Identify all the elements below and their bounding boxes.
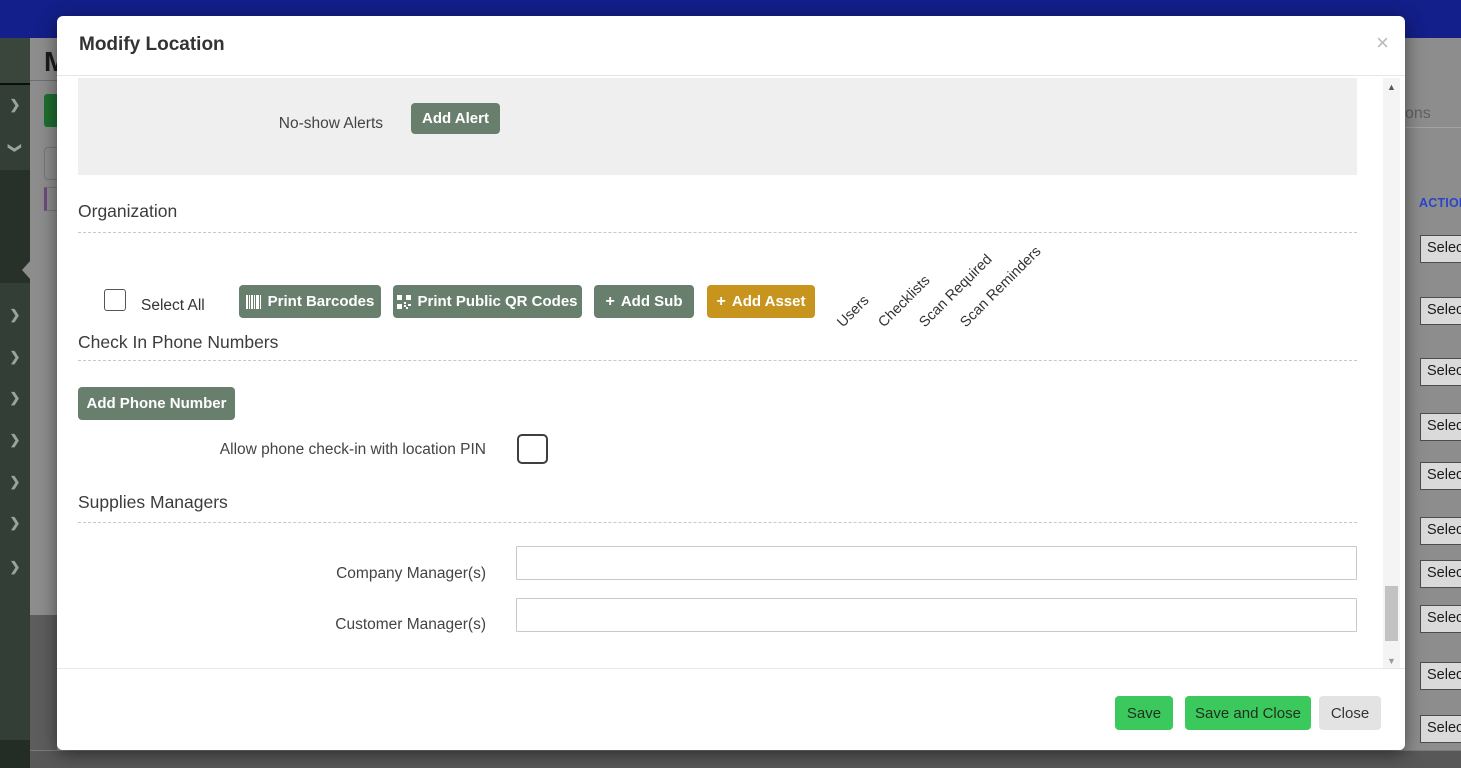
tab-divider: [1405, 127, 1461, 128]
modal-footer: Save Save and Close Close: [57, 668, 1405, 750]
check-in-phone-heading: Check In Phone Numbers: [78, 332, 278, 353]
actions-column-header: ACTIONS: [1419, 196, 1461, 210]
sidebar-footer-block: [0, 740, 30, 768]
select-dropdown[interactable]: Select: [1420, 235, 1461, 263]
phone-pin-checkbox[interactable]: [517, 434, 548, 464]
tab-label-fragment[interactable]: ons: [1405, 105, 1431, 123]
sidebar-header-block: [0, 38, 30, 85]
organization-heading: Organization: [78, 201, 177, 222]
customer-managers-label: Customer Manager(s): [78, 616, 486, 634]
page-header-divider: [30, 80, 57, 81]
select-dropdown[interactable]: Select: [1420, 462, 1461, 490]
sidebar: ❯ ❯ ❯ ❯ ❯ ❯ ❯ ❯ ❯: [0, 38, 30, 768]
barcode-icon: [246, 295, 262, 309]
chevron-right-icon[interactable]: ❯: [7, 349, 23, 365]
select-all-checkbox[interactable]: [104, 289, 126, 311]
scroll-up-icon[interactable]: ▲: [1383, 80, 1400, 94]
close-button[interactable]: Close: [1319, 696, 1381, 730]
select-dropdown[interactable]: Select: [1420, 560, 1461, 588]
select-dropdown[interactable]: Select: [1420, 297, 1461, 325]
print-qr-codes-label: Print Public QR Codes: [417, 293, 577, 310]
section-divider: [78, 360, 1357, 361]
add-phone-number-button[interactable]: Add Phone Number: [78, 387, 235, 420]
select-dropdown[interactable]: Select: [1420, 662, 1461, 690]
column-label-users: Users: [835, 293, 872, 330]
add-sub-label: Add Sub: [621, 293, 683, 310]
chevron-right-icon[interactable]: ❯: [7, 559, 23, 575]
scroll-down-icon[interactable]: ▼: [1383, 654, 1400, 668]
select-dropdown[interactable]: Select: [1420, 605, 1461, 633]
supplies-managers-heading: Supplies Managers: [78, 492, 228, 513]
modal-title: Modify Location: [79, 34, 225, 56]
plus-icon: +: [606, 293, 615, 311]
chevron-right-icon[interactable]: ❯: [7, 474, 23, 490]
select-all-label: Select All: [141, 297, 205, 315]
modal-header: Modify Location ×: [57, 16, 1405, 76]
select-dropdown[interactable]: Select: [1420, 715, 1461, 743]
add-alert-button[interactable]: Add Alert: [411, 103, 500, 134]
save-button[interactable]: Save: [1115, 696, 1173, 730]
add-asset-button[interactable]: + Add Asset: [707, 285, 815, 318]
section-divider: [78, 522, 1357, 523]
page-right-strip: ons ACTIONS Select Select Select Select …: [1405, 38, 1461, 768]
chevron-right-icon[interactable]: ❯: [7, 515, 23, 531]
no-show-alerts-label: No-show Alerts: [78, 115, 383, 133]
phone-pin-label: Allow phone check-in with location PIN: [78, 441, 486, 459]
scrollbar-thumb[interactable]: [1385, 586, 1398, 641]
select-dropdown[interactable]: Select: [1420, 358, 1461, 386]
page-green-button-fragment[interactable]: [44, 94, 57, 127]
print-barcodes-label: Print Barcodes: [268, 293, 375, 310]
company-managers-input[interactable]: [516, 546, 1357, 580]
save-and-close-button[interactable]: Save and Close: [1185, 696, 1311, 730]
add-asset-label: Add Asset: [732, 293, 806, 310]
select-dropdown[interactable]: Select: [1420, 517, 1461, 545]
chevron-right-icon[interactable]: ❯: [7, 307, 23, 323]
chevron-right-icon[interactable]: ❯: [7, 390, 23, 406]
modal-scrollbar[interactable]: ▲ ▼: [1383, 78, 1400, 668]
chevron-right-icon[interactable]: ❯: [7, 97, 23, 113]
page-dark-area: [30, 615, 57, 768]
customer-managers-input[interactable]: [516, 598, 1357, 632]
print-barcodes-button[interactable]: Print Barcodes: [239, 285, 381, 318]
select-dropdown[interactable]: Select: [1420, 413, 1461, 441]
close-icon[interactable]: ×: [1376, 30, 1389, 56]
section-divider: [78, 232, 1357, 233]
chevron-right-icon[interactable]: ❯: [7, 432, 23, 448]
qr-code-icon: [397, 295, 411, 309]
chevron-down-icon[interactable]: ❯: [7, 140, 23, 156]
page-gap-strip: M: [30, 38, 57, 768]
company-managers-label: Company Manager(s): [78, 565, 486, 583]
add-sub-button[interactable]: + Add Sub: [594, 285, 694, 318]
screen: ❯ ❯ ❯ ❯ ❯ ❯ ❯ ❯ ❯ M ons ACTIONS Select S…: [0, 0, 1461, 768]
print-qr-codes-button[interactable]: Print Public QR Codes: [393, 285, 582, 318]
plus-icon: +: [717, 293, 726, 311]
modify-location-modal: Modify Location × No-show Alerts Add Ale…: [57, 16, 1405, 750]
page-bottom-area: [30, 750, 1461, 768]
column-label-scan-required: Scan Required: [917, 252, 995, 330]
page-search-input-fragment[interactable]: [44, 147, 57, 180]
page-control-fragment[interactable]: [44, 187, 57, 211]
